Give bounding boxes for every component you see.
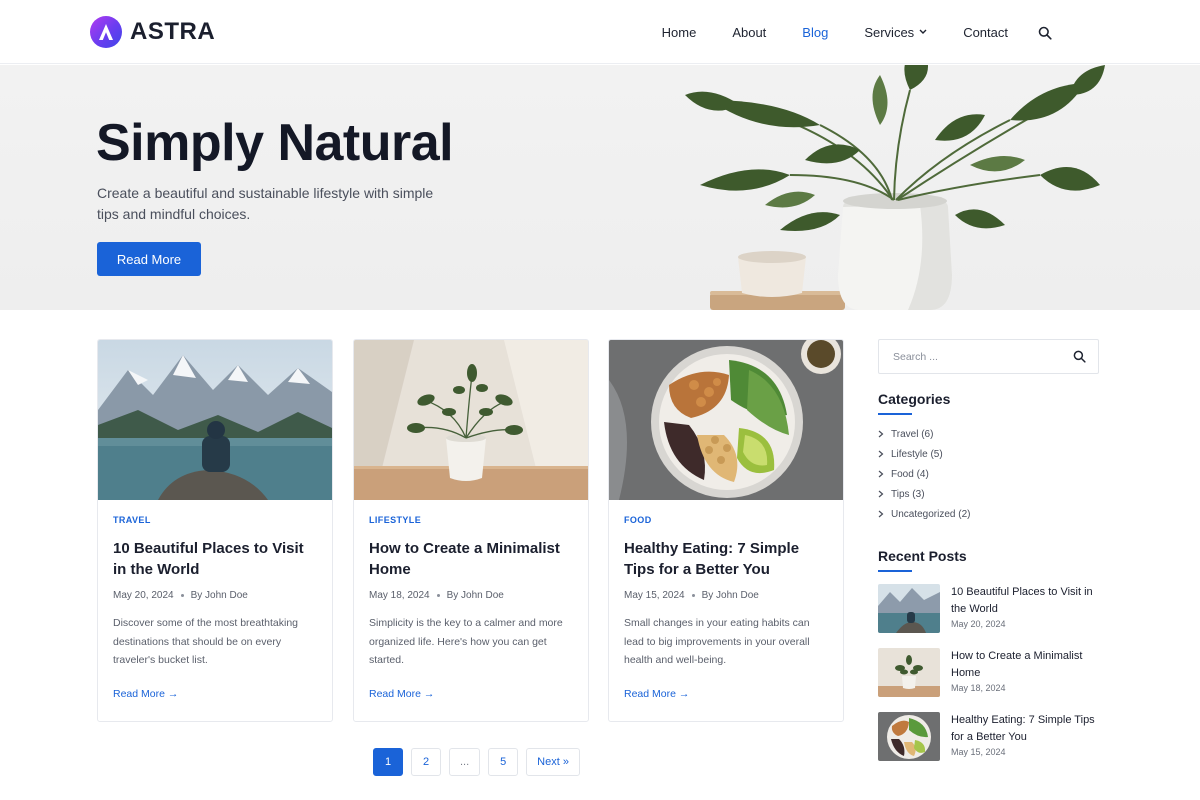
chevron-right-icon <box>878 490 884 498</box>
recent-post-date: May 20, 2024 <box>951 619 1006 629</box>
category-item-lifestyle[interactable]: Lifestyle (5) <box>878 444 970 464</box>
recent-post-item[interactable]: How to Create a Minimalist Home May 18, … <box>878 648 1100 697</box>
chevron-right-icon <box>878 470 884 478</box>
post-card-body: FOOD Healthy Eating: 7 Simple Tips for a… <box>624 515 830 670</box>
next-page-button[interactable]: Next » <box>526 748 580 776</box>
post-meta: May 18, 2024 By John Doe <box>369 590 575 601</box>
mountain-lake-thumbnail <box>878 584 940 633</box>
site-header: ASTRA Home About Blog Services Contact <box>0 0 1200 64</box>
post-title-link[interactable]: Healthy Eating: 7 Simple Tips for a Bett… <box>624 538 830 580</box>
page-1-button[interactable]: 1 <box>373 748 403 776</box>
hero-banner: Simply Natural Create a beautiful and su… <box>0 65 1200 310</box>
post-excerpt: Simplicity is the key to a calmer and mo… <box>369 617 563 666</box>
post-card-body: TRAVEL 10 Beautiful Places to Visit in t… <box>113 515 319 670</box>
heading-underline <box>878 570 912 572</box>
heading-underline <box>878 413 912 415</box>
page-ellipsis: ... <box>449 748 481 776</box>
separator-dot-icon <box>180 594 184 597</box>
category-label: Tips (3) <box>891 488 925 500</box>
category-item-tips[interactable]: Tips (3) <box>878 484 970 504</box>
recent-post-item[interactable]: Healthy Eating: 7 Simple Tips for a Bett… <box>878 712 1100 761</box>
recent-post-text: Healthy Eating: 7 Simple Tips for a Bett… <box>951 712 1100 761</box>
recent-post-item[interactable]: 10 Beautiful Places to Visit in the Worl… <box>878 584 1100 633</box>
astra-logo-icon <box>90 16 122 48</box>
potted-plant-image <box>685 65 1105 310</box>
brand-name: ASTRA <box>130 18 216 45</box>
healthy-bowl-image[interactable] <box>609 340 843 500</box>
category-label: Lifestyle (5) <box>891 448 943 460</box>
post-meta: May 15, 2024 By John Doe <box>624 590 830 601</box>
recent-post-date: May 18, 2024 <box>951 683 1006 693</box>
chevron-down-icon <box>919 29 927 34</box>
minimalist-plant-image[interactable] <box>354 340 588 500</box>
post-category-link[interactable]: FOOD <box>624 515 830 525</box>
search-icon[interactable] <box>1038 26 1052 40</box>
main-nav: Home About Blog Services Contact <box>662 0 1008 64</box>
nav-item-about[interactable]: About <box>732 25 766 40</box>
category-item-food[interactable]: Food (4) <box>878 464 970 484</box>
page-5-button[interactable]: 5 <box>488 748 519 776</box>
post-category-link[interactable]: LIFESTYLE <box>369 515 575 525</box>
hero-subtitle: Create a beautiful and sustainable lifes… <box>97 185 434 222</box>
recent-post-title[interactable]: Healthy Eating: 7 Simple Tips for a Bett… <box>951 712 1100 746</box>
category-item-travel[interactable]: Travel (6) <box>878 424 970 444</box>
nav-item-home[interactable]: Home <box>662 25 697 40</box>
sidebar-search <box>878 339 1099 374</box>
nav-item-contact[interactable]: Contact <box>963 25 1008 40</box>
recent-posts-heading: Recent Posts <box>878 548 967 564</box>
read-more-link[interactable]: Read More → <box>369 688 434 700</box>
site-logo[interactable]: ASTRA <box>90 16 215 48</box>
healthy-bowl-thumbnail <box>878 712 940 761</box>
read-more-link[interactable]: Read More → <box>624 688 689 700</box>
post-excerpt: Small changes in your eating habits can … <box>624 617 810 666</box>
post-author[interactable]: By John Doe <box>191 590 248 601</box>
category-item-uncategorized[interactable]: Uncategorized (2) <box>878 504 970 524</box>
category-label: Uncategorized (2) <box>891 508 971 520</box>
hero-title: Simply Natural <box>96 114 454 172</box>
recent-post-title[interactable]: How to Create a Minimalist Home <box>951 648 1100 682</box>
category-list: Travel (6) Lifestyle (5) Food (4) Tips (… <box>878 424 970 524</box>
chevron-right-icon <box>878 430 884 438</box>
post-card: TRAVEL 10 Beautiful Places to Visit in t… <box>97 339 333 722</box>
post-date: May 18, 2024 <box>369 590 430 601</box>
post-card: FOOD Healthy Eating: 7 Simple Tips for a… <box>608 339 844 722</box>
mountain-lake-image[interactable] <box>98 340 332 500</box>
recent-post-text: How to Create a Minimalist Home May 18, … <box>951 648 1100 697</box>
chevron-right-icon <box>878 450 884 458</box>
pagination: 1 2 ... 5 Next » <box>373 748 580 776</box>
chevron-right-icon <box>878 510 884 518</box>
post-excerpt: Discover some of the most breathtaking d… <box>113 617 299 666</box>
categories-heading: Categories <box>878 391 951 407</box>
post-title-link[interactable]: 10 Beautiful Places to Visit in the Worl… <box>113 538 319 580</box>
minimalist-plant-thumbnail <box>878 648 940 697</box>
nav-item-services-label: Services <box>864 24 915 40</box>
post-title-link[interactable]: How to Create a Minimalist Home <box>369 538 575 580</box>
post-author[interactable]: By John Doe <box>702 590 759 601</box>
recent-post-text: 10 Beautiful Places to Visit in the Worl… <box>951 584 1100 633</box>
post-date: May 15, 2024 <box>624 590 685 601</box>
post-card: LIFESTYLE How to Create a Minimalist Hom… <box>353 339 589 722</box>
nav-item-blog[interactable]: Blog <box>802 25 828 40</box>
category-label: Food (4) <box>891 468 929 480</box>
search-input[interactable] <box>879 340 1064 373</box>
post-author[interactable]: By John Doe <box>447 590 504 601</box>
category-label: Travel (6) <box>891 428 934 440</box>
page-2-button[interactable]: 2 <box>411 748 441 776</box>
read-more-link[interactable]: Read More → <box>113 688 178 700</box>
post-category-link[interactable]: TRAVEL <box>113 515 319 525</box>
post-card-body: LIFESTYLE How to Create a Minimalist Hom… <box>369 515 575 670</box>
search-icon[interactable] <box>1073 350 1086 363</box>
hero-read-more-button[interactable]: Read More <box>97 242 201 276</box>
separator-dot-icon <box>691 594 695 597</box>
post-meta: May 20, 2024 By John Doe <box>113 590 319 601</box>
separator-dot-icon <box>436 594 440 597</box>
recent-post-date: May 15, 2024 <box>951 747 1006 757</box>
nav-item-services[interactable]: Services <box>864 25 927 40</box>
recent-post-title[interactable]: 10 Beautiful Places to Visit in the Worl… <box>951 584 1100 618</box>
post-date: May 20, 2024 <box>113 590 174 601</box>
